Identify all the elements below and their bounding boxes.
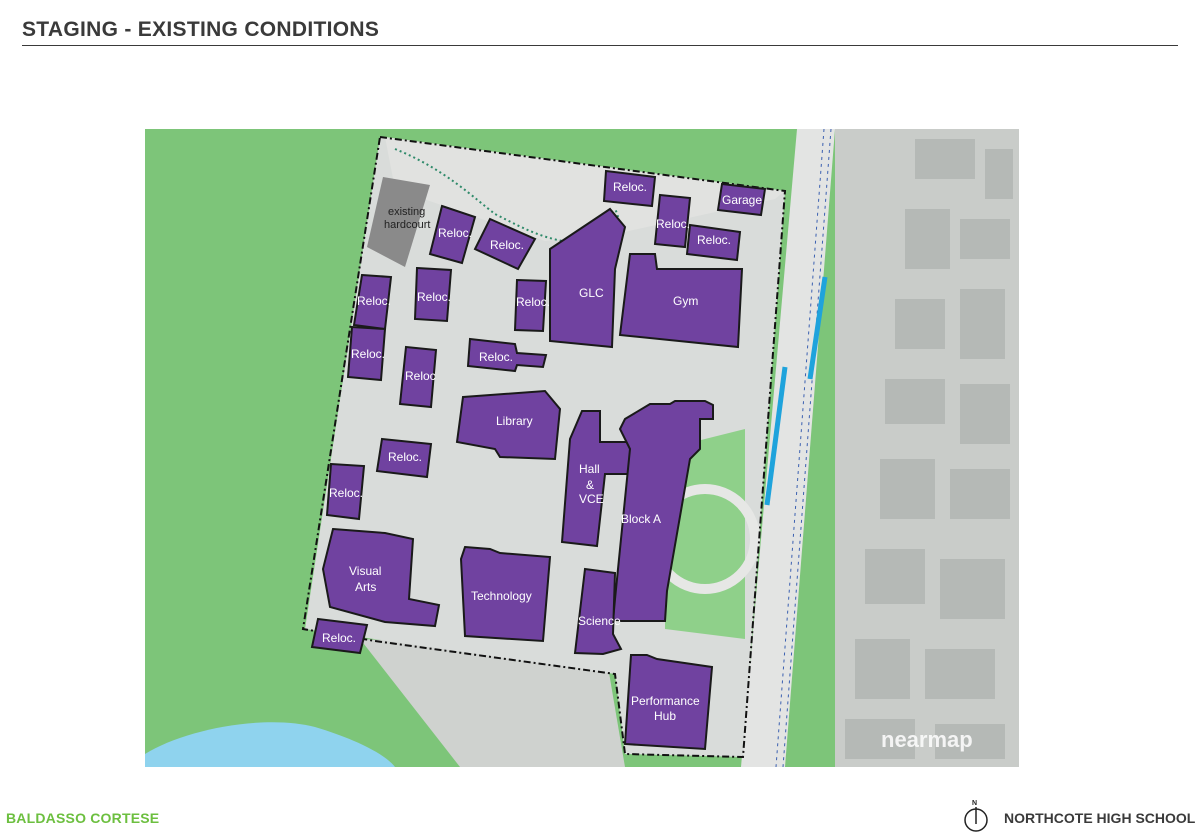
label-hall-1: Hall	[579, 462, 600, 476]
label-hall-2: &	[586, 478, 594, 492]
company-name: BALDASSO CORTESE	[6, 810, 160, 826]
label-reloc-bottom: Reloc.	[322, 631, 356, 645]
north-symbol: N	[972, 800, 977, 807]
hardcourt-label-1: existing	[388, 206, 425, 218]
label-reloc-w3: Reloc.	[351, 347, 385, 361]
label-technology: Technology	[471, 589, 532, 603]
label-reloc-w4: Reloc	[405, 369, 436, 383]
label-hall-3: VCE	[579, 492, 604, 506]
label-reloc-w1: Reloc.	[357, 294, 391, 308]
label-reloc-right-1: Reloc.	[656, 217, 690, 231]
title-rule	[22, 45, 1178, 46]
site-map: existing hardcourt Reloc. Garage Reloc. …	[145, 129, 1019, 767]
label-reloc-center: Reloc.	[479, 350, 513, 364]
label-performance-hub-1: Performance	[631, 694, 700, 708]
label-reloc-right-2: Reloc.	[697, 233, 731, 247]
project-name: NORTHCOTE HIGH SCHOOL	[1004, 810, 1196, 826]
label-visual-arts-1: Visual	[349, 564, 381, 578]
label-reloc-hc-1: Reloc.	[438, 226, 472, 240]
label-library: Library	[496, 414, 533, 428]
nearmap-watermark: nearmap	[881, 727, 973, 752]
label-visual-arts-2: Arts	[355, 580, 376, 594]
label-reloc-w2: Reloc.	[417, 290, 451, 304]
label-reloc-sw2: Reloc.	[329, 486, 363, 500]
label-reloc-sw1: Reloc.	[388, 450, 422, 464]
label-reloc-mid: Reloc.	[516, 295, 550, 309]
label-science: Science	[578, 614, 621, 628]
label-reloc-hc-2: Reloc.	[490, 238, 524, 252]
hardcourt-label-2: hardcourt	[384, 219, 430, 231]
label-garage: Garage	[722, 193, 762, 207]
page-title: STAGING - EXISTING CONDITIONS	[22, 18, 380, 41]
label-performance-hub-2: Hub	[654, 709, 676, 723]
label-glc: GLC	[579, 286, 604, 300]
label-gym: Gym	[673, 294, 698, 308]
label-block-a: Block A	[621, 512, 661, 526]
north-arrow-icon: N	[963, 798, 989, 834]
label-reloc-top-right: Reloc.	[613, 180, 647, 194]
